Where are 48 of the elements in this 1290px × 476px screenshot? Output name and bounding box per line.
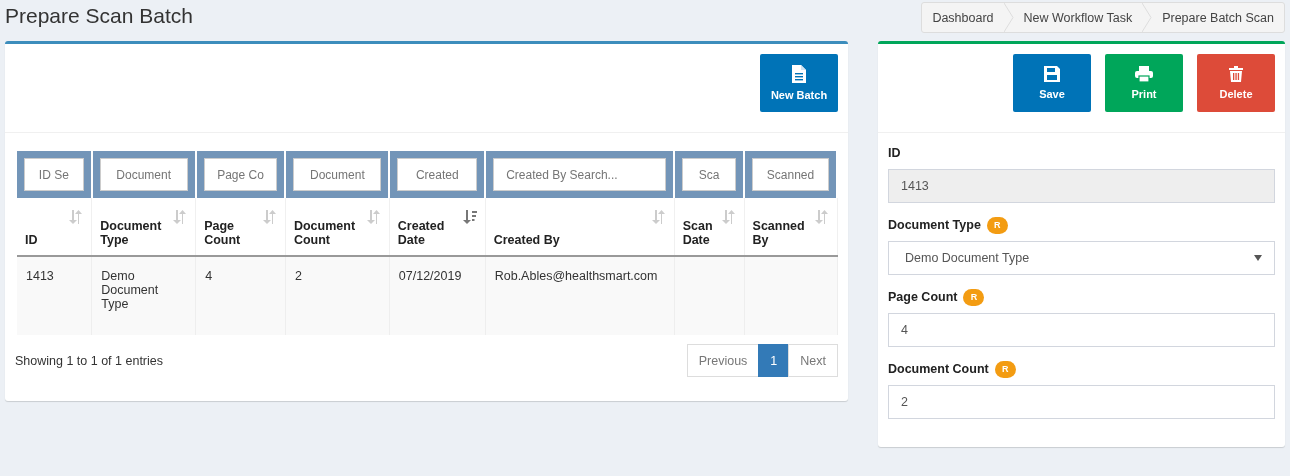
- column-search-field[interactable]: Scanned: [752, 158, 829, 191]
- document-icon: [792, 65, 806, 83]
- sort-icon: [262, 210, 277, 224]
- breadcrumb-link[interactable]: New Workflow Task: [1013, 10, 1143, 25]
- table-cell: 2: [285, 256, 390, 335]
- column-search-field[interactable]: Page Co: [203, 158, 278, 191]
- table-cell: 07/12/2019: [389, 256, 486, 335]
- column-search-field[interactable]: Sca: [682, 158, 737, 191]
- document-type-dropdown[interactable]: Demo Document Type: [888, 241, 1275, 275]
- field-label: Page Count: [888, 290, 958, 304]
- trash-icon: [1229, 66, 1243, 82]
- sort-icon: [173, 210, 188, 224]
- save-button[interactable]: Save: [1013, 54, 1091, 112]
- breadcrumb-link[interactable]: Dashboard: [922, 10, 1004, 25]
- column-search-field[interactable]: Created: [397, 158, 478, 191]
- table-cell: 4: [195, 256, 286, 335]
- sort-icon: [721, 210, 736, 224]
- sort-icon: [814, 210, 829, 224]
- table-cell: Rob.Ables@healthsmart.com: [485, 256, 675, 335]
- sort-descending-icon: [462, 210, 477, 224]
- required-badge: R: [963, 288, 985, 306]
- sort-icon: [651, 210, 666, 224]
- entries-info: Showing 1 to 1 of 1 entries: [15, 353, 163, 368]
- input-field[interactable]: 2: [888, 385, 1275, 419]
- field-label: Document Type: [888, 218, 981, 232]
- required-badge: R: [994, 360, 1016, 378]
- delete-button[interactable]: Delete: [1197, 54, 1275, 112]
- required-badge: R: [986, 216, 1008, 234]
- caret-icon: [1254, 255, 1262, 261]
- field-label: ID: [888, 146, 901, 160]
- field-label: Document Count: [888, 362, 989, 376]
- id-field: 1413: [888, 169, 1275, 203]
- sort-icon: [366, 210, 381, 224]
- page-title: Prepare Scan Batch: [5, 4, 193, 28]
- pagination-button[interactable]: Previous: [686, 344, 760, 377]
- column-search-field[interactable]: Document: [99, 158, 188, 191]
- input-field[interactable]: 4: [888, 313, 1275, 347]
- pagination-button[interactable]: Next: [788, 344, 838, 377]
- column-search-field[interactable]: Document: [293, 158, 382, 191]
- breadcrumb-link[interactable]: Prepare Batch Scan: [1152, 10, 1284, 25]
- table-cell: Demo Document Type: [91, 256, 196, 335]
- sort-icon: [69, 210, 84, 224]
- column-search-field[interactable]: Created By Search...: [493, 158, 667, 191]
- new-batch-button[interactable]: New Batch: [760, 54, 838, 112]
- table-cell: 1413: [17, 256, 92, 335]
- pagination-button[interactable]: 1: [758, 344, 790, 377]
- printer-icon: [1135, 66, 1153, 82]
- column-search-field[interactable]: ID Se: [24, 158, 84, 191]
